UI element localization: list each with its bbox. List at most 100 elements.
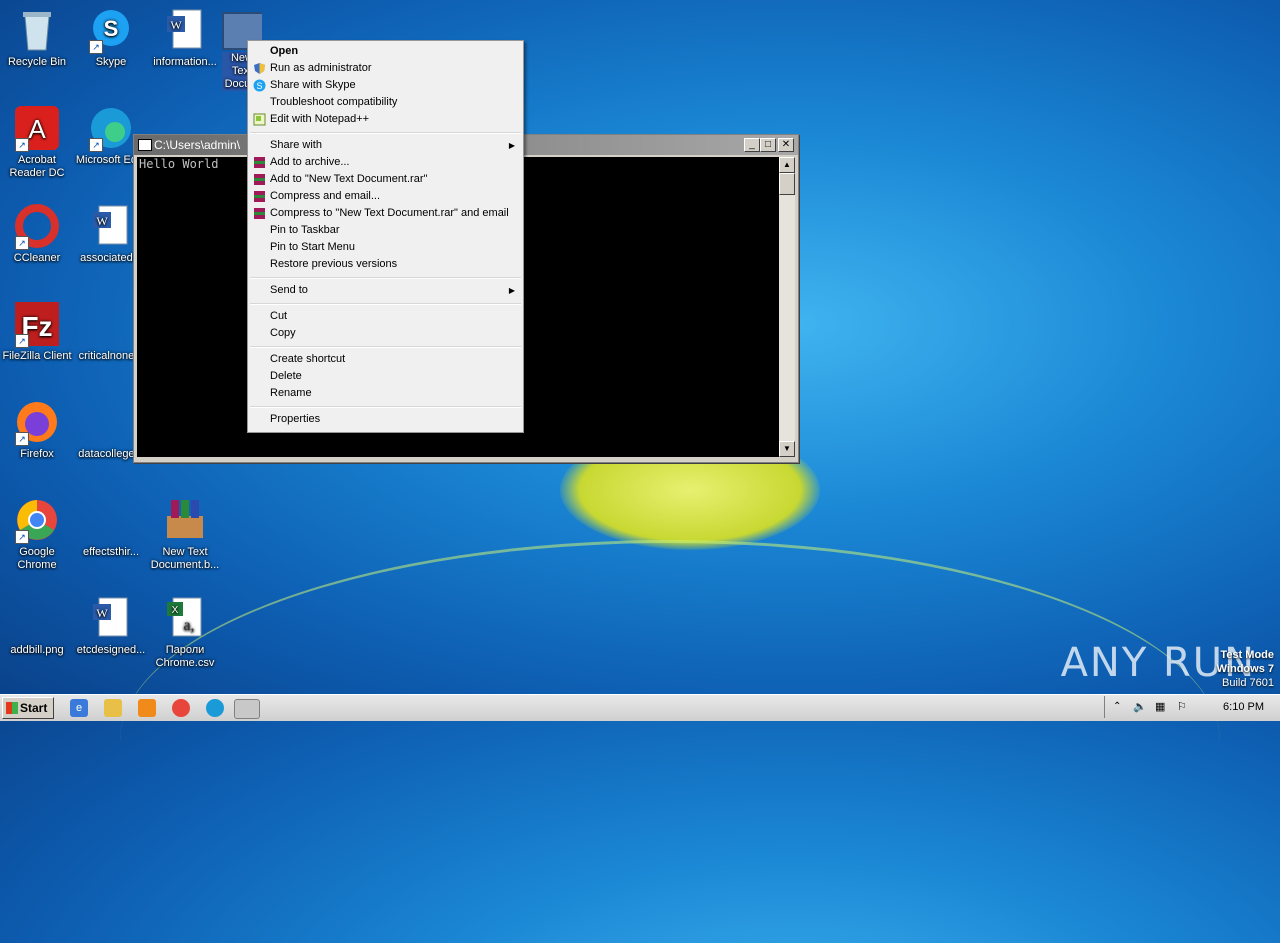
blank-file-icon xyxy=(13,594,61,642)
menu-item-compress-rar-email[interactable]: Compress to "New Text Document.rar" and … xyxy=(250,205,521,222)
windows-flag-icon xyxy=(6,702,18,714)
menu-item-troubleshoot[interactable]: Troubleshoot compatibility xyxy=(250,94,521,111)
skype-icon: S ↗ xyxy=(87,6,135,54)
winrar-icon xyxy=(253,156,266,169)
skype-icon: S xyxy=(253,79,266,92)
maximize-button[interactable]: □ xyxy=(760,138,776,152)
blank-file-icon xyxy=(87,300,135,348)
menu-separator xyxy=(250,132,521,134)
context-menu: Open Run as administrator S Share with S… xyxy=(247,40,524,433)
scroll-down-button[interactable]: ▼ xyxy=(779,441,795,457)
desktop-icon-filezilla[interactable]: Fz ↗ FileZilla Client xyxy=(0,300,74,363)
menu-item-open[interactable]: Open xyxy=(250,43,521,60)
desktop-icon-skype[interactable]: S ↗ Skype xyxy=(74,6,148,69)
chrome-icon[interactable] xyxy=(172,699,190,717)
acrobat-icon: A ↗ xyxy=(13,104,61,152)
menu-item-properties[interactable]: Properties xyxy=(250,411,521,428)
svg-text:A: A xyxy=(28,114,46,144)
desktop-icon-recycle-bin[interactable]: Recycle Bin xyxy=(0,6,74,69)
menu-item-pin-taskbar[interactable]: Pin to Taskbar xyxy=(250,222,521,239)
svg-text:S: S xyxy=(256,81,262,91)
submenu-arrow-icon: ▶ xyxy=(508,286,515,295)
menu-item-restore-versions[interactable]: Restore previous versions xyxy=(250,256,521,273)
blank-file-icon xyxy=(87,398,135,446)
excel-csv-icon: Xa, xyxy=(161,594,209,642)
console-icon xyxy=(138,139,152,151)
svg-text:S: S xyxy=(104,16,119,41)
menu-item-copy[interactable]: Copy xyxy=(250,325,521,342)
menu-item-share-with[interactable]: Share with ▶ xyxy=(250,137,521,154)
test-mode-label: Test Mode Windows 7 Build 7601 xyxy=(1216,649,1274,689)
submenu-arrow-icon: ▶ xyxy=(508,141,515,150)
notepadpp-icon xyxy=(253,113,266,126)
edge-icon: ↗ xyxy=(87,104,135,152)
menu-item-pin-start[interactable]: Pin to Start Menu xyxy=(250,239,521,256)
system-tray: ⌃ 🔈 ▦ ⚐ 6:10 PM xyxy=(1104,696,1280,718)
svg-text:W: W xyxy=(96,214,108,228)
ie-icon[interactable]: e xyxy=(70,699,88,717)
minimize-button[interactable]: _ xyxy=(744,138,760,152)
desktop-icon-chrome-csv[interactable]: Xa, Пароли Chrome.csv xyxy=(148,594,222,670)
action-center-flag-icon[interactable]: ⚐ xyxy=(1177,700,1187,713)
menu-separator xyxy=(250,303,521,305)
explorer-icon[interactable] xyxy=(104,699,122,717)
menu-item-cut[interactable]: Cut xyxy=(250,308,521,325)
firefox-icon: ↗ xyxy=(13,398,61,446)
wallpaper-swoosh xyxy=(120,540,1220,943)
close-button[interactable]: ✕ xyxy=(778,138,794,152)
menu-item-create-shortcut[interactable]: Create shortcut xyxy=(250,351,521,368)
desktop-icon-addbill[interactable]: addbill.png xyxy=(0,594,74,657)
scroll-up-button[interactable]: ▲ xyxy=(779,157,795,173)
svg-text:W: W xyxy=(170,18,182,32)
console-output-text: Hello World xyxy=(139,157,219,171)
menu-item-rename[interactable]: Rename xyxy=(250,385,521,402)
desktop-icon-ccleaner[interactable]: ↗ CCleaner xyxy=(0,202,74,265)
svg-text:a,: a, xyxy=(183,617,194,634)
menu-item-notepadpp[interactable]: Edit with Notepad++ xyxy=(250,111,521,128)
menu-item-compress-email[interactable]: Compress and email... xyxy=(250,188,521,205)
console-title: C:\Users\admin\ xyxy=(154,138,241,152)
scroll-thumb[interactable] xyxy=(779,173,795,195)
show-hidden-icons-icon[interactable]: ⌃ xyxy=(1113,701,1121,712)
svg-text:X: X xyxy=(172,605,179,616)
menu-separator xyxy=(250,346,521,348)
desktop-icon-etcdesigned[interactable]: W etcdesigned... xyxy=(74,594,148,657)
chrome-icon: ↗ xyxy=(13,496,61,544)
blank-file-icon xyxy=(87,496,135,544)
recycle-bin-icon xyxy=(13,6,61,54)
winrar-icon xyxy=(253,207,266,220)
menu-item-send-to[interactable]: Send to ▶ xyxy=(250,282,521,299)
winrar-icon xyxy=(161,496,209,544)
word-doc-icon: W xyxy=(87,202,135,250)
clock[interactable]: 6:10 PM xyxy=(1223,701,1264,713)
edge-icon[interactable] xyxy=(206,699,224,717)
desktop-icon-chrome[interactable]: ↗ Google Chrome xyxy=(0,496,74,572)
ccleaner-icon: ↗ xyxy=(13,202,61,250)
desktop-icon-effectsthir[interactable]: effectsthir... xyxy=(74,496,148,559)
desktop-icon-new-text-document-rar[interactable]: New Text Document.b... xyxy=(148,496,222,572)
winrar-icon xyxy=(253,190,266,203)
desktop-icon-firefox[interactable]: ↗ Firefox xyxy=(0,398,74,461)
word-doc-icon: W xyxy=(161,6,209,54)
console-scrollbar[interactable]: ▲ ▼ xyxy=(779,157,795,457)
menu-item-add-to-archive[interactable]: Add to archive... xyxy=(250,154,521,171)
desktop-icon-information[interactable]: W information... xyxy=(148,6,222,69)
desktop-icon-acrobat[interactable]: A ↗ Acrobat Reader DC xyxy=(0,104,74,180)
menu-item-run-as-admin[interactable]: Run as administrator xyxy=(250,60,521,77)
network-icon[interactable]: ▦ xyxy=(1155,700,1165,713)
start-button[interactable]: Start xyxy=(2,697,54,719)
winrar-icon xyxy=(253,173,266,186)
filezilla-icon: Fz ↗ xyxy=(13,300,61,348)
shield-icon xyxy=(253,62,266,75)
menu-item-share-skype[interactable]: S Share with Skype xyxy=(250,77,521,94)
volume-icon[interactable]: 🔈 xyxy=(1133,700,1147,713)
menu-item-add-to-rar[interactable]: Add to "New Text Document.rar" xyxy=(250,171,521,188)
svg-text:W: W xyxy=(96,606,108,620)
console-task-icon[interactable] xyxy=(234,699,260,719)
menu-separator xyxy=(250,277,521,279)
word-doc-icon: W xyxy=(87,594,135,642)
menu-item-delete[interactable]: Delete xyxy=(250,368,521,385)
media-player-icon[interactable] xyxy=(138,699,156,717)
menu-separator xyxy=(250,406,521,408)
taskbar: Start e ⌃ 🔈 ▦ ⚐ 6:10 PM xyxy=(0,694,1280,721)
